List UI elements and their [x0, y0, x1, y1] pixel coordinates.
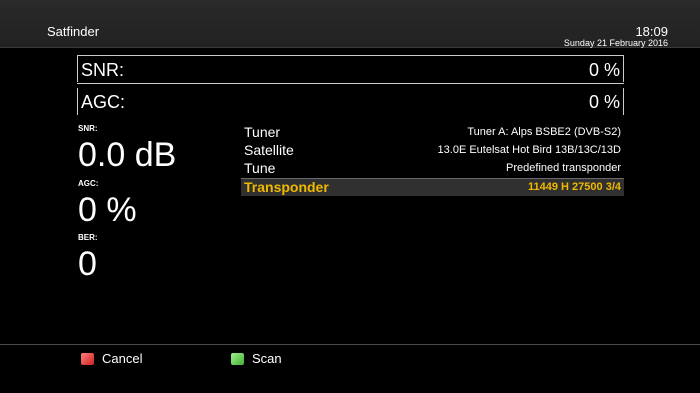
setting-row-satellite[interactable]: Satellite 13.0E Eutelsat Hot Bird 13B/13…	[241, 142, 624, 160]
cancel-button[interactable]: Cancel	[81, 351, 142, 366]
setting-key: Tune	[244, 160, 276, 176]
ber-label: BER:	[78, 233, 98, 242]
scan-button[interactable]: Scan	[231, 351, 282, 366]
snr-bar-label: SNR:	[81, 60, 125, 80]
snr-value: 0.0 dB	[78, 136, 177, 174]
agc-value: 0 %	[78, 191, 137, 229]
setting-value: Tuner A: Alps BSBE2 (DVB-S2)	[467, 126, 621, 138]
clock-time: 18:09	[635, 24, 668, 39]
agc-label: AGC:	[78, 179, 99, 188]
snr-label: SNR:	[78, 124, 98, 133]
cancel-button-label: Cancel	[102, 351, 143, 366]
red-key-icon	[81, 352, 94, 365]
setting-row-transponder[interactable]: Transponder 11449 H 27500 3/4	[241, 178, 624, 196]
setting-key: Transponder	[244, 179, 329, 195]
setting-value: 13.0E Eutelsat Hot Bird 13B/13C/13D	[437, 144, 621, 156]
ber-value: 0	[78, 245, 97, 283]
setting-row-tune[interactable]: Tune Predefined transponder	[241, 160, 624, 178]
agc-bar-percent: 0 %	[588, 92, 620, 112]
setting-key: Satellite	[244, 142, 294, 158]
green-key-icon	[231, 352, 244, 365]
footer-divider	[0, 344, 700, 345]
snr-bar: SNR: 0 %	[77, 55, 624, 84]
snr-bar-percent: 0 %	[588, 60, 620, 80]
page-title: Satfinder	[47, 24, 100, 39]
settings-list: Tuner Tuner A: Alps BSBE2 (DVB-S2) Satel…	[241, 124, 624, 196]
setting-value: Predefined transponder	[506, 162, 621, 174]
scan-button-label: Scan	[252, 351, 282, 366]
header-bar: Satfinder 18:09 Sunday 21 February 2016	[0, 0, 700, 48]
clock-date: Sunday 21 February 2016	[563, 38, 668, 48]
agc-bar: AGC: 0 %	[77, 88, 624, 115]
setting-value: 11449 H 27500 3/4	[528, 181, 621, 193]
agc-bar-label: AGC:	[81, 92, 126, 112]
setting-row-tuner[interactable]: Tuner Tuner A: Alps BSBE2 (DVB-S2)	[241, 124, 624, 142]
setting-key: Tuner	[244, 124, 281, 140]
